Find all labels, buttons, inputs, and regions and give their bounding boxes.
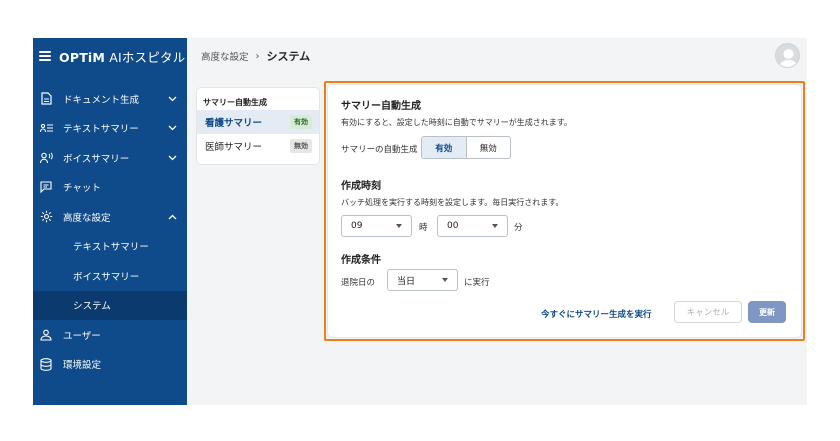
cancel-button[interactable]: キャンセル — [674, 301, 742, 323]
user-avatar-icon — [779, 49, 798, 67]
settings-card: サマリー自動生成 有効にすると、設定した時刻に自動でサマリーが生成されます。 サ… — [328, 85, 801, 337]
condition-select[interactable]: 当日 — [387, 269, 458, 291]
toggle-option-enabled[interactable]: 有効 — [422, 137, 467, 158]
sidebar-item-chat[interactable]: チャット — [33, 173, 187, 203]
minute-select-value: 00 — [447, 221, 459, 231]
toggle-option-disabled[interactable]: 無効 — [467, 137, 511, 158]
chevron-down-icon — [167, 123, 177, 133]
sidebar-item-label: ボイスサマリー — [63, 153, 130, 165]
list-item-nursing-summary[interactable]: 看護サマリー 有効 — [197, 110, 319, 134]
section-desc-auto-generate: 有効にすると、設定した時刻に自動でサマリーが生成されます。 — [341, 118, 572, 127]
run-now-link[interactable]: 今すぐにサマリー生成を実行 — [541, 308, 652, 320]
sidebar-item-label: ドキュメント生成 — [63, 94, 140, 106]
sidebar-subitem-label: テキストサマリー — [73, 242, 149, 254]
caret-down-icon — [492, 224, 498, 228]
app-window: OPTiM AIホスピタル ドキュメント生成 テキストサマリー ボイスサマリー … — [33, 38, 807, 405]
sidebar-item-label: 高度な設定 — [63, 212, 111, 224]
sidebar-subitem-label: システム — [73, 301, 111, 313]
user-icon — [39, 328, 53, 342]
app-logo: OPTiM AIホスピタル — [59, 49, 186, 65]
minute-unit: 分 — [514, 223, 523, 233]
avatar[interactable] — [775, 43, 800, 68]
section-title-condition: 作成条件 — [341, 255, 381, 266]
sidebar-item-advanced-settings[interactable]: 高度な設定 — [33, 202, 187, 232]
breadcrumb-separator: › — [255, 50, 260, 62]
voice-icon — [39, 151, 53, 165]
minute-select[interactable]: 00 — [437, 215, 508, 237]
sidebar-item-document[interactable]: ドキュメント生成 — [33, 84, 187, 114]
auto-generate-label: サマリーの自動生成 — [341, 145, 418, 155]
chevron-down-icon — [167, 94, 177, 104]
caret-down-icon — [442, 278, 448, 282]
condition-suffix: に実行 — [464, 278, 490, 288]
document-icon — [39, 92, 53, 106]
page-title: システム — [266, 50, 311, 63]
page-header: 高度な設定 › システム — [187, 38, 807, 74]
sidebar-item-label: テキストサマリー — [63, 124, 139, 136]
text-summary-icon — [39, 121, 53, 135]
list-title: サマリー自動生成 — [203, 98, 267, 107]
list-item-name: 看護サマリー — [205, 118, 263, 129]
caret-down-icon — [396, 224, 402, 228]
chevron-up-icon — [167, 212, 177, 222]
database-icon — [39, 357, 53, 371]
hour-select-value: 09 — [351, 221, 363, 231]
summary-type-list: サマリー自動生成 看護サマリー 有効 医師サマリー 無効 — [197, 88, 319, 164]
sidebar-subitem-system[interactable]: システム — [33, 290, 187, 320]
sidebar: OPTiM AIホスピタル ドキュメント生成 テキストサマリー ボイスサマリー … — [33, 38, 187, 405]
sidebar-item-label: ユーザー — [63, 330, 101, 342]
hour-unit: 時 — [419, 223, 428, 233]
sidebar-item-environment-settings[interactable]: 環境設定 — [33, 350, 187, 380]
chat-icon — [39, 180, 53, 194]
gear-icon — [39, 210, 53, 224]
sidebar-nav: ドキュメント生成 テキストサマリー ボイスサマリー チャット 高度な設定 テキス… — [33, 84, 187, 379]
sidebar-item-label: 環境設定 — [63, 360, 102, 372]
condition-prefix: 退院日の — [341, 278, 376, 288]
update-button[interactable]: 更新 — [748, 301, 786, 323]
list-item-doctor-summary[interactable]: 医師サマリー 無効 — [197, 134, 319, 158]
hour-select[interactable]: 09 — [341, 215, 412, 237]
condition-select-value: 当日 — [397, 276, 416, 287]
sidebar-subitem-voice-summary[interactable]: ボイスサマリー — [33, 261, 187, 291]
sidebar-item-users[interactable]: ユーザー — [33, 320, 187, 350]
hamburger-menu-icon[interactable] — [39, 51, 51, 61]
chevron-down-icon — [167, 153, 177, 163]
sidebar-item-label: チャット — [63, 183, 101, 195]
brand-bar: OPTiM AIホスピタル — [33, 38, 187, 74]
breadcrumb-parent[interactable]: 高度な設定 — [201, 49, 249, 63]
status-badge: 無効 — [290, 139, 312, 153]
list-item-name: 医師サマリー — [205, 142, 263, 153]
sidebar-subitem-label: ボイスサマリー — [73, 271, 140, 283]
section-title-auto-generate: サマリー自動生成 — [341, 101, 421, 112]
sidebar-item-voice-summary[interactable]: ボイスサマリー — [33, 143, 187, 173]
sidebar-item-text-summary[interactable]: テキストサマリー — [33, 114, 187, 144]
status-badge: 有効 — [290, 115, 312, 129]
auto-generate-toggle: 有効 無効 — [421, 136, 511, 159]
section-title-time: 作成時刻 — [341, 181, 381, 192]
sidebar-subitem-text-summary[interactable]: テキストサマリー — [33, 232, 187, 262]
section-desc-time: バッチ処理を実行する時刻を設定します。毎日実行されます。 — [341, 198, 564, 207]
